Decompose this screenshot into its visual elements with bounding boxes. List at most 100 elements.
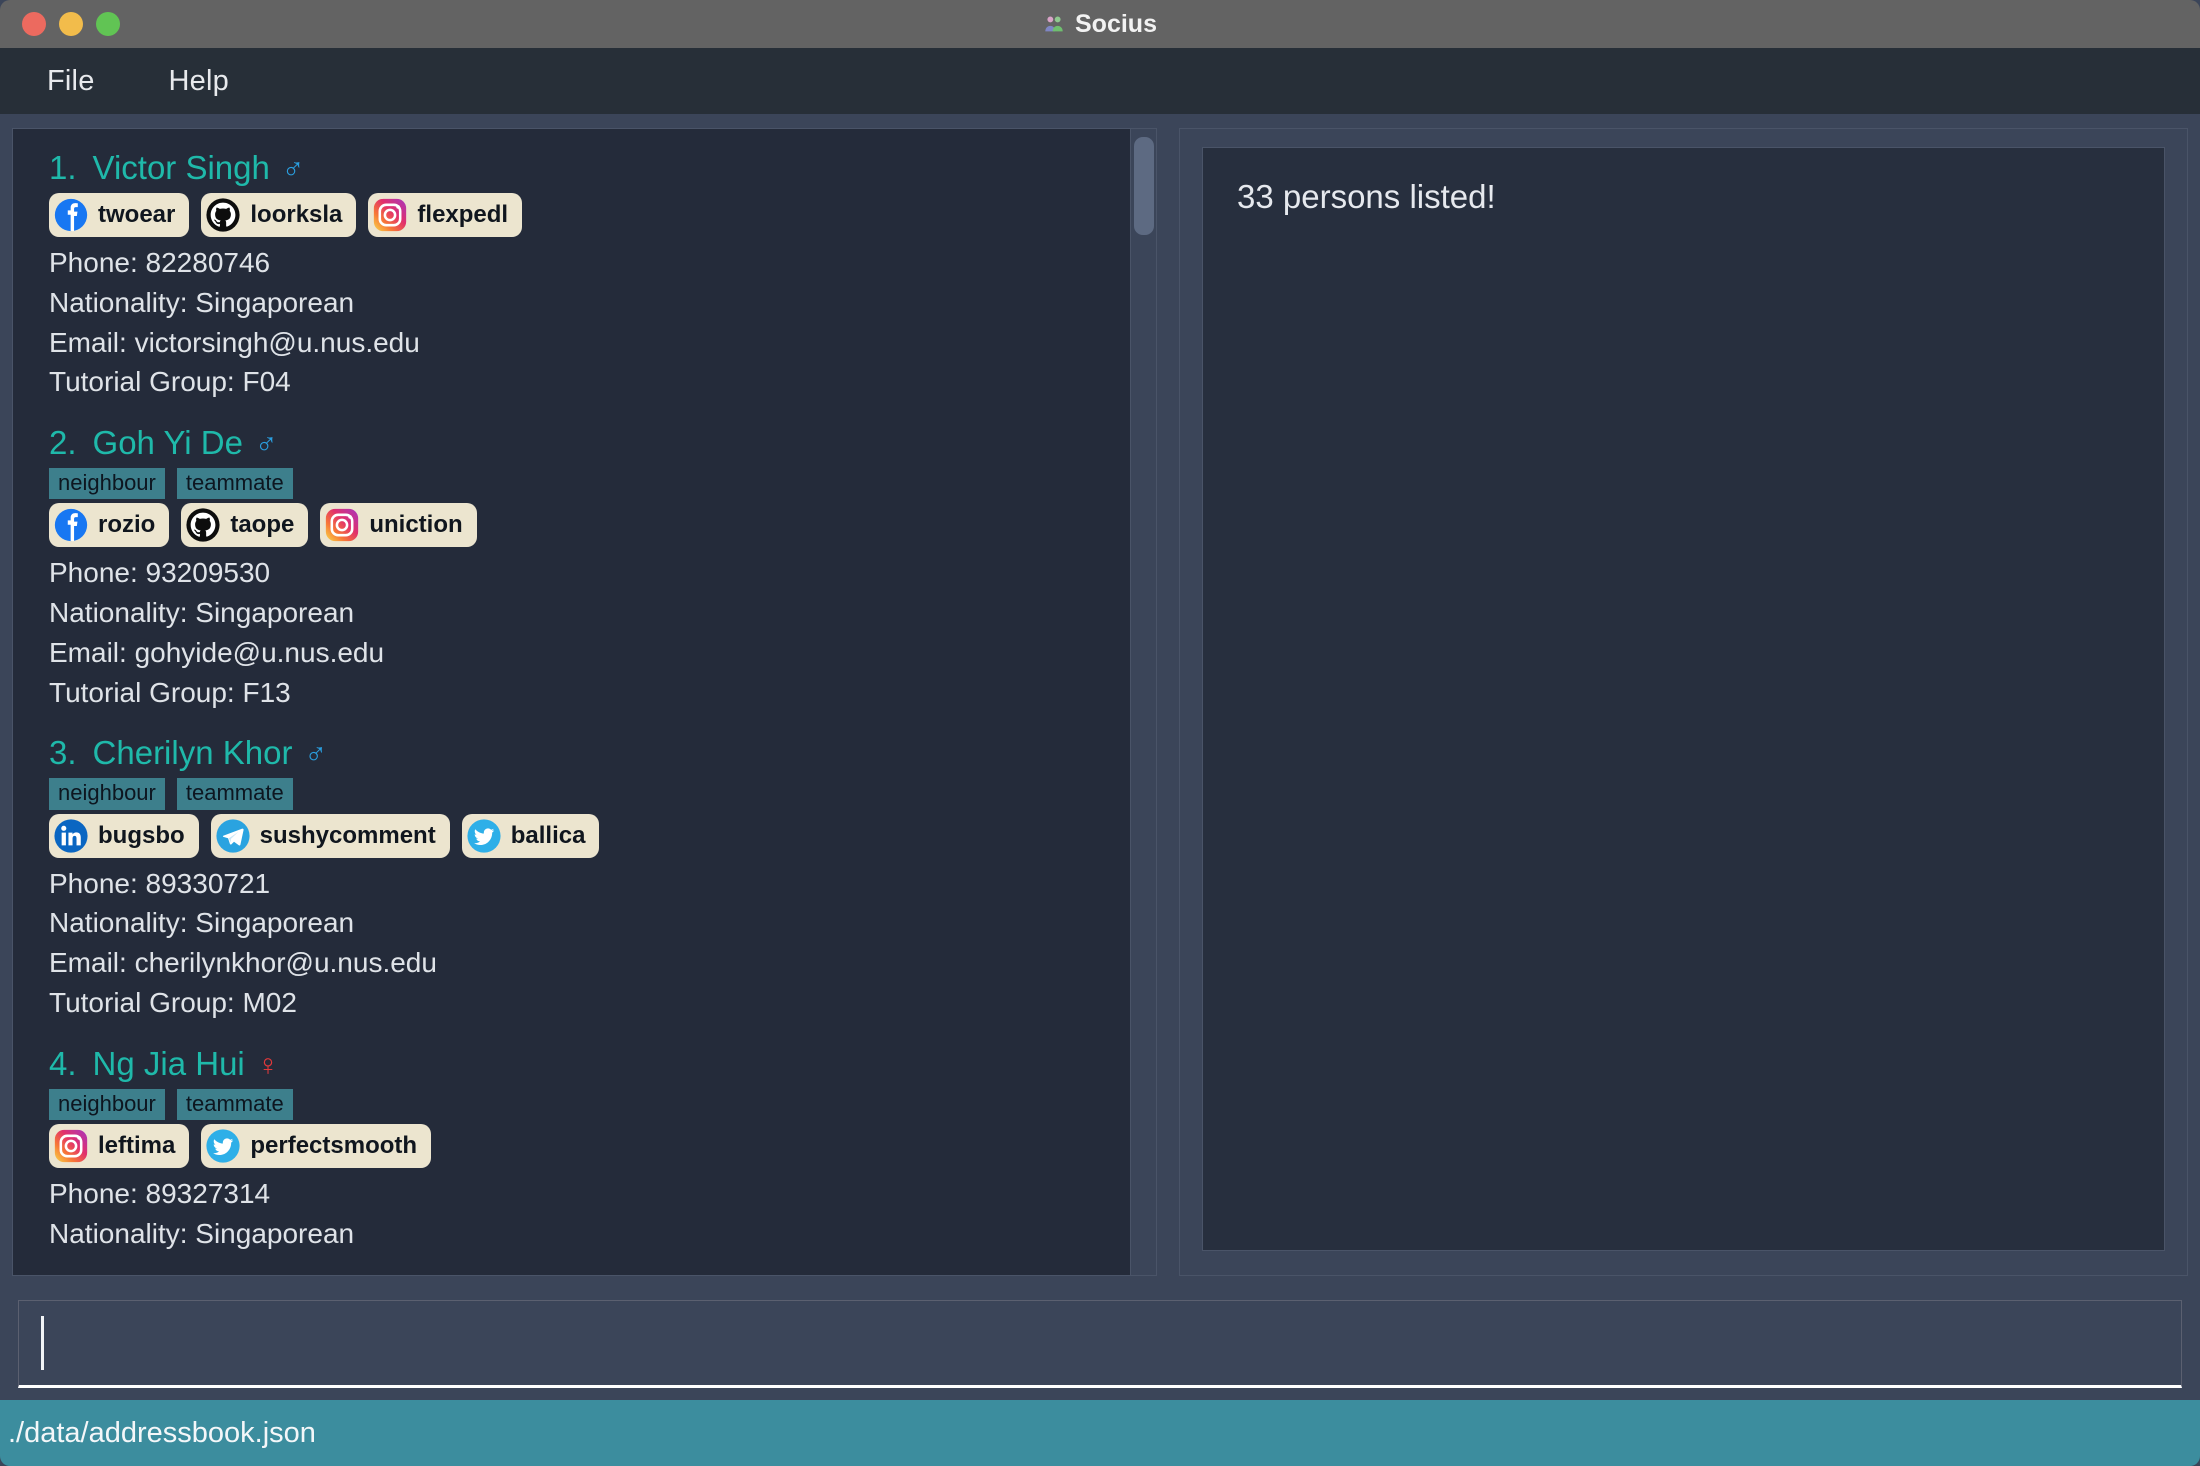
person-tag: teammate xyxy=(176,1088,293,1120)
social-handle: leftima xyxy=(98,1131,176,1159)
scrollbar-thumb[interactable] xyxy=(1133,137,1154,235)
facebook-icon xyxy=(54,509,88,542)
social-badge-facebook[interactable]: rozio xyxy=(49,503,170,548)
social-handle: bugsbo xyxy=(98,821,185,849)
male-gender-icon: ♂ xyxy=(254,428,278,461)
title-bar: Socius xyxy=(0,0,2200,48)
social-badge-row: leftima perfectsmooth xyxy=(49,1123,1112,1168)
result-message: 33 persons listed! xyxy=(1237,178,1496,215)
github-icon xyxy=(206,198,240,232)
main-content: 1. Victor Singh ♂ twoear loorksla flexpedl Pho… xyxy=(0,114,2200,1290)
close-button[interactable] xyxy=(22,12,46,36)
tag-row: neighbour teammate xyxy=(49,1088,1112,1120)
person-list-scrollbar[interactable] xyxy=(1130,129,1156,1275)
person-tutorial-group: Tutorial Group: F13 xyxy=(49,676,291,708)
result-panel: 33 persons listed! xyxy=(1179,128,2188,1276)
person-email: Email: victorsingh@u.nus.edu xyxy=(49,326,420,358)
social-handle: ballica xyxy=(510,821,586,849)
person-nationality: Nationality: Singaporean xyxy=(49,907,355,939)
person-phone: Phone: 89327314 xyxy=(49,1177,271,1209)
person-tag: neighbour xyxy=(49,1088,165,1120)
window-title-group: Socius xyxy=(0,0,2200,48)
window-controls xyxy=(0,12,120,36)
person-name: Ng Jia Hui xyxy=(92,1044,245,1082)
social-badge-twitter[interactable]: ballica xyxy=(461,813,600,858)
male-gender-icon: ♂ xyxy=(281,153,305,186)
instagram-icon xyxy=(54,1129,88,1163)
menu-help[interactable]: Help xyxy=(167,61,231,102)
social-badge-twitter[interactable]: perfectsmooth xyxy=(201,1123,432,1168)
person-tutorial-group: Tutorial Group: F04 xyxy=(49,366,291,398)
person-index: 1. xyxy=(49,149,77,186)
social-handle: sushycomment xyxy=(259,821,436,849)
person-phone: Phone: 82280746 xyxy=(49,247,271,278)
person-tag: teammate xyxy=(176,778,293,810)
social-badge-instagram[interactable]: uniction xyxy=(320,503,477,548)
person-card[interactable]: 1. Victor Singh ♂ twoear loorksla flexpedl Pho… xyxy=(49,149,1112,402)
social-badge-row: twoear loorksla flexpedl xyxy=(49,193,1112,237)
person-card[interactable]: 4. Ng Jia Hui ♀ neighbour teammate leftima per… xyxy=(49,1045,1112,1254)
social-handle: taope xyxy=(230,511,295,539)
people-icon xyxy=(1045,16,1063,32)
person-list[interactable]: 1. Victor Singh ♂ twoear loorksla flexpedl Pho… xyxy=(13,129,1130,1275)
window-title: Socius xyxy=(1075,9,1157,38)
person-email: Email: gohyide@u.nus.edu xyxy=(49,636,385,668)
status-bar: ./data/addressbook.json xyxy=(0,1400,2200,1466)
menu-bar: File Help xyxy=(0,48,2200,114)
tag-row: neighbour teammate xyxy=(49,778,1112,810)
social-handle: flexpedl xyxy=(417,201,509,228)
command-box[interactable] xyxy=(18,1300,2182,1388)
social-handle: loorksla xyxy=(250,201,343,228)
social-badge-github[interactable]: taope xyxy=(181,503,309,548)
telegram-icon xyxy=(216,819,250,853)
person-name: Victor Singh xyxy=(92,149,270,186)
person-index: 4. xyxy=(49,1044,77,1082)
social-handle: uniction xyxy=(369,511,463,539)
person-name-row: 4. Ng Jia Hui ♀ xyxy=(49,1045,1112,1083)
female-gender-icon: ♀ xyxy=(256,1048,280,1082)
social-badge-github[interactable]: loorksla xyxy=(201,193,357,237)
social-badge-telegram[interactable]: sushycomment xyxy=(210,813,450,858)
social-handle: twoear xyxy=(98,201,176,228)
command-input[interactable] xyxy=(44,1313,2159,1373)
person-name-row: 1. Victor Singh ♂ xyxy=(49,149,1112,187)
maximize-button[interactable] xyxy=(96,12,120,36)
twitter-icon xyxy=(467,819,501,853)
male-gender-icon: ♂ xyxy=(304,738,327,772)
person-nationality: Nationality: Singaporean xyxy=(49,597,355,629)
instagram-icon xyxy=(326,509,359,542)
social-badge-instagram[interactable]: flexpedl xyxy=(368,193,523,237)
person-card[interactable]: 2. Goh Yi De ♂ neighbour teammate rozio taope u… xyxy=(49,424,1112,712)
person-index: 2. xyxy=(49,424,77,461)
social-badge-linkedin[interactable]: bugsbo xyxy=(49,813,199,858)
person-name: Cherilyn Khor xyxy=(92,734,293,772)
person-nationality: Nationality: Singaporean xyxy=(49,286,355,318)
github-icon xyxy=(186,508,220,542)
social-badge-row: bugsbo sushycomment ballica xyxy=(49,813,1112,858)
person-index: 3. xyxy=(49,734,77,772)
facebook-icon xyxy=(54,198,88,232)
app-window: Socius File Help 1. Victor Singh ♂ twoear lo… xyxy=(0,0,2200,1466)
person-email: Email: cherilynkhor@u.nus.edu xyxy=(49,947,437,979)
person-phone: Phone: 93209530 xyxy=(49,557,271,589)
social-badge-instagram[interactable]: leftima xyxy=(49,1123,190,1168)
person-tag: neighbour xyxy=(49,468,165,500)
social-badge-row: rozio taope uniction xyxy=(49,503,1112,548)
person-name-row: 2. Goh Yi De ♂ xyxy=(49,424,1112,462)
person-name: Goh Yi De xyxy=(92,424,243,461)
person-card[interactable]: 3. Cherilyn Khor ♂ neighbour teammate bugsbo s… xyxy=(49,734,1112,1022)
menu-file[interactable]: File xyxy=(45,61,97,102)
person-tutorial-group: Tutorial Group: M02 xyxy=(49,986,297,1018)
minimize-button[interactable] xyxy=(59,12,83,36)
social-badge-facebook[interactable]: twoear xyxy=(49,193,190,237)
person-tag: teammate xyxy=(176,468,293,500)
result-display-box: 33 persons listed! xyxy=(1202,147,2165,1251)
instagram-icon xyxy=(374,198,407,232)
person-nationality: Nationality: Singaporean xyxy=(49,1217,355,1249)
linkedin-icon xyxy=(54,819,88,853)
person-list-panel: 1. Victor Singh ♂ twoear loorksla flexpedl Pho… xyxy=(12,128,1157,1276)
social-handle: rozio xyxy=(98,511,156,539)
twitter-icon xyxy=(206,1129,240,1163)
social-handle: perfectsmooth xyxy=(250,1131,418,1159)
person-phone: Phone: 89330721 xyxy=(49,867,271,899)
